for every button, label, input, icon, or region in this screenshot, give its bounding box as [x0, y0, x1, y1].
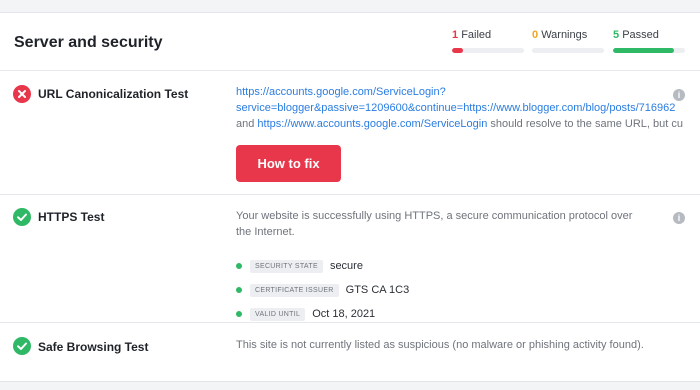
detail-key: Certificate Issuer	[250, 283, 339, 297]
detail-valid-until: Valid Until Oct 18, 2021	[236, 306, 375, 322]
failed-count: 1	[452, 29, 459, 41]
info-icon[interactable]: i	[673, 89, 685, 101]
passed-progress-bar	[613, 48, 685, 53]
canonical-link-1[interactable]: https://accounts.google.com/ServiceLogin…	[236, 86, 446, 98]
detail-security-state: Security State secure	[236, 258, 363, 274]
warnings-label: Warnings	[541, 29, 588, 41]
detail-key: Security State	[250, 259, 323, 273]
detail-value: secure	[329, 260, 363, 272]
detail-key: Valid Until	[250, 307, 306, 321]
desc-prefix: and	[236, 118, 258, 130]
check-circle-icon	[13, 208, 31, 226]
passed-progress-fill	[613, 48, 675, 53]
test-description: This site is not currently listed as sus…	[236, 339, 644, 351]
detail-value: Oct 18, 2021	[312, 308, 376, 320]
failed-summary: 1 Failed	[452, 29, 524, 59]
bullet-dot	[236, 311, 242, 317]
failed-progress-fill	[452, 48, 463, 53]
test-description: Your website is successfully using HTTPS…	[236, 210, 633, 238]
test-name: URL Canonicalization Test	[38, 87, 189, 101]
test-name: Safe Browsing Test	[38, 340, 149, 354]
passed-label: Passed	[622, 29, 659, 41]
test-description: https://accounts.google.com/ServiceLogin…	[236, 84, 700, 132]
canonical-link-2[interactable]: service=blogger&passive=1209600&continue…	[236, 102, 675, 114]
failed-progress-bar	[452, 48, 524, 53]
test-row-https: HTTPS Test Your website is successfully …	[0, 195, 700, 323]
bullet-dot	[236, 287, 242, 293]
test-name: HTTPS Test	[38, 210, 105, 224]
x-circle-icon	[13, 85, 31, 103]
passed-summary: 5 Passed	[613, 29, 685, 59]
info-icon[interactable]: i	[673, 212, 685, 224]
warnings-summary: 0 Warnings	[532, 29, 604, 59]
canonical-link-3[interactable]: https://www.accounts.google.com/ServiceL…	[257, 118, 487, 130]
detail-value: GTS CA 1C3	[345, 284, 410, 296]
detail-certificate-issuer: Certificate Issuer GTS CA 1C3	[236, 282, 409, 298]
failed-label: Failed	[461, 29, 492, 41]
check-circle-icon	[13, 337, 31, 355]
passed-count: 5	[613, 29, 620, 41]
warnings-progress-bar	[532, 48, 604, 53]
how-to-fix-button[interactable]: How to fix	[236, 145, 341, 182]
test-row-safe-browsing: Safe Browsing Test This site is not curr…	[0, 323, 700, 381]
desc-suffix: should resolve to the same URL, but cu	[487, 118, 683, 130]
warnings-count: 0	[532, 29, 539, 41]
bullet-dot	[236, 263, 242, 269]
server-security-panel: Server and security 1 Failed 0 Warnings …	[0, 12, 700, 382]
section-header: Server and security 1 Failed 0 Warnings …	[0, 13, 700, 71]
test-row-url-canonicalization: URL Canonicalization Test https://accoun…	[0, 71, 700, 195]
section-title: Server and security	[14, 34, 163, 51]
